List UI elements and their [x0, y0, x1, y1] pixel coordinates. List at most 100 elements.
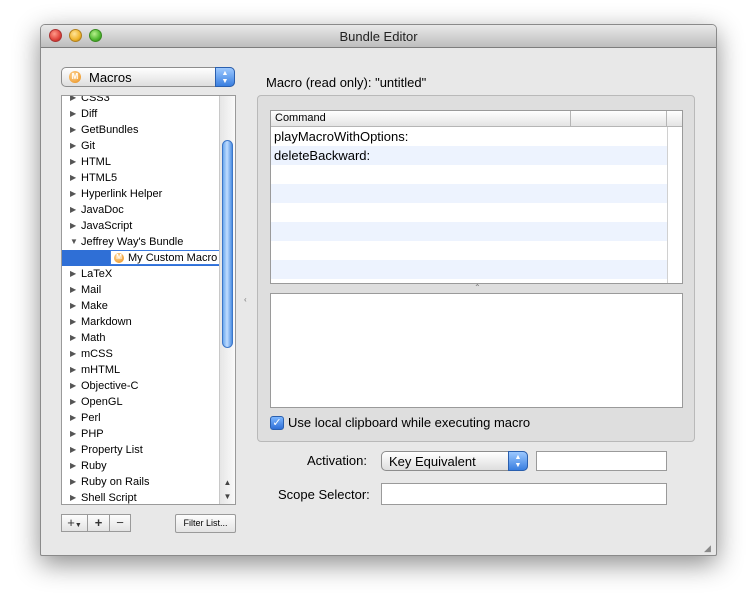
disclosure-closed-icon[interactable]: ▶ [70, 346, 76, 362]
bundle-item[interactable]: ▼ Jeffrey Way's Bundle [62, 234, 220, 250]
scroll-up-icon[interactable]: ▲ [220, 476, 235, 490]
split-resize-icon[interactable]: ⌃ [474, 283, 481, 292]
disclosure-closed-icon[interactable]: ▶ [70, 122, 76, 138]
bundle-item[interactable]: ▶ PHP [62, 426, 220, 442]
macro-icon: M [114, 253, 124, 263]
bundle-item[interactable]: ▶ Hyperlink Helper [62, 186, 220, 202]
bundle-item[interactable]: ▶ OpenGL [62, 394, 220, 410]
command-row[interactable] [271, 222, 667, 241]
bundle-item[interactable]: ▶ LaTeX [62, 266, 220, 282]
disclosure-closed-icon[interactable]: ▶ [70, 202, 76, 218]
split-view-handle-icon[interactable]: ‹ [244, 295, 247, 304]
command-row[interactable] [271, 203, 667, 222]
bundle-item-label: mCSS [81, 348, 113, 360]
disclosure-closed-icon[interactable]: ▶ [70, 282, 76, 298]
bundle-item-label: Diff [81, 108, 98, 120]
window-title: Bundle Editor [339, 29, 418, 44]
bundle-item[interactable]: ▶ Ruby [62, 458, 220, 474]
disclosure-closed-icon[interactable]: ▶ [70, 330, 76, 346]
disclosure-closed-icon[interactable]: ▶ [70, 96, 76, 106]
disclosure-closed-icon[interactable]: ▶ [70, 410, 76, 426]
disclosure-closed-icon[interactable]: ▶ [70, 378, 76, 394]
bundle-item[interactable]: ▶ mCSS [62, 346, 220, 362]
bundle-item[interactable]: ▶ GetBundles [62, 122, 220, 138]
disclosure-closed-icon[interactable]: ▶ [70, 218, 76, 234]
command-rows: playMacroWithOptions: deleteBackward: [271, 127, 667, 279]
bundle-item-label: My Custom Macro [128, 252, 218, 264]
bundle-item[interactable]: ▶ JavaScript [62, 218, 220, 234]
command-row[interactable] [271, 165, 667, 184]
bundle-item[interactable]: ▶ Property List [62, 442, 220, 458]
disclosure-closed-icon[interactable]: ▶ [70, 138, 76, 154]
popup-arrows-icon: ▲ ▼ [215, 67, 235, 87]
scope-selector-field[interactable] [381, 483, 667, 505]
bundle-item[interactable]: ▶ JavaDoc [62, 202, 220, 218]
bundle-item[interactable]: ▶ mHTML [62, 362, 220, 378]
bundle-list-scrollbar[interactable]: ▲ ▼ [219, 96, 235, 504]
bundle-item-label: Property List [81, 444, 143, 456]
disclosure-closed-icon[interactable]: ▶ [70, 314, 76, 330]
bundle-item[interactable]: ▶ Mail [62, 282, 220, 298]
command-table[interactable]: Command playMacroWithOptions: deleteBackw… [270, 110, 683, 284]
disclosure-closed-icon[interactable]: ▶ [70, 394, 76, 410]
bundle-item[interactable]: ▶ Shell Script [62, 490, 220, 504]
command-row[interactable] [271, 184, 667, 203]
bundle-item-label: mHTML [81, 364, 121, 376]
disclosure-closed-icon[interactable]: ▶ [70, 170, 76, 186]
command-table-scrollbar[interactable] [667, 127, 682, 283]
bundle-item[interactable]: ▶ HTML [62, 154, 220, 170]
bundle-item[interactable]: ▶ Ruby on Rails [62, 474, 220, 490]
activation-popup[interactable]: Key Equivalent ▲ ▼ [381, 451, 528, 471]
add-button[interactable]: +▼ [61, 514, 88, 532]
disclosure-closed-icon[interactable]: ▶ [70, 442, 76, 458]
bundle-item[interactable]: ▶ Make [62, 298, 220, 314]
scope-selector-label: Scope Selector: [278, 487, 370, 502]
command-column-header[interactable]: Command [275, 112, 326, 124]
disclosure-closed-icon[interactable]: ▶ [70, 458, 76, 474]
local-clipboard-label: Use local clipboard while executing macr… [288, 415, 531, 430]
macro-detail-area[interactable] [270, 293, 683, 408]
bundle-item-child[interactable]: M My Custom Macro [62, 250, 220, 266]
command-row[interactable]: deleteBackward: [271, 146, 667, 165]
bundle-item-label: GetBundles [81, 124, 139, 136]
disclosure-closed-icon[interactable]: ▶ [70, 154, 76, 170]
local-clipboard-checkbox[interactable]: ✓ [270, 416, 284, 430]
disclosure-closed-icon[interactable]: ▶ [70, 474, 76, 490]
bundle-item-label: Make [81, 300, 108, 312]
scrollbar-thumb[interactable] [222, 140, 233, 348]
bundle-item-label: Shell Script [81, 492, 137, 504]
filter-list-button[interactable]: Filter List... [175, 514, 236, 533]
scroll-down-icon[interactable]: ▼ [220, 490, 235, 504]
command-row[interactable] [271, 241, 667, 260]
bundle-list[interactable]: ▶ CSS3 ▶ Diff ▶ GetBundles ▶ Git ▶ HTML ▶ HTML5 ▶ Hyp… [61, 95, 236, 505]
resize-grip-icon[interactable]: ◢ [704, 543, 714, 553]
disclosure-closed-icon[interactable]: ▶ [70, 266, 76, 282]
bundle-editor-window: Bundle Editor M Macros ▲ ▼ ▶ CSS3 ▶ Diff ▶ Get… [40, 24, 717, 556]
remove-button[interactable]: − [109, 514, 131, 532]
disclosure-closed-icon[interactable]: ▶ [70, 106, 76, 122]
disclosure-open-icon[interactable]: ▼ [70, 234, 78, 250]
command-row[interactable] [271, 260, 667, 279]
add-folder-button[interactable]: + [87, 514, 110, 532]
disclosure-closed-icon[interactable]: ▶ [70, 298, 76, 314]
disclosure-closed-icon[interactable]: ▶ [70, 186, 76, 202]
bundle-item-label: Math [81, 332, 106, 344]
disclosure-closed-icon[interactable]: ▶ [70, 426, 76, 442]
bundle-item[interactable]: ▶ Diff [62, 106, 220, 122]
bundle-item[interactable]: ▶ CSS3 [62, 96, 220, 106]
bundle-type-popup[interactable]: M Macros ▲ ▼ [61, 67, 235, 87]
bundle-item[interactable]: ▶ Perl [62, 410, 220, 426]
disclosure-closed-icon[interactable]: ▶ [70, 362, 76, 378]
bundle-item-label: HTML5 [81, 172, 118, 184]
command-row[interactable]: playMacroWithOptions: [271, 127, 667, 146]
bundle-item[interactable]: ▶ Math [62, 330, 220, 346]
bundle-item-label: Perl [81, 412, 101, 424]
key-equivalent-field[interactable] [536, 451, 667, 471]
bundle-item[interactable]: ▶ HTML5 [62, 170, 220, 186]
disclosure-closed-icon[interactable]: ▶ [70, 490, 76, 504]
bundle-item[interactable]: ▶ Git [62, 138, 220, 154]
bundle-item[interactable]: ▶ Objective-C [62, 378, 220, 394]
column-divider [570, 111, 571, 126]
bundle-rows: ▶ CSS3 ▶ Diff ▶ GetBundles ▶ Git ▶ HTML ▶ HTML5 ▶ Hyp… [62, 96, 220, 504]
bundle-item[interactable]: ▶ Markdown [62, 314, 220, 330]
